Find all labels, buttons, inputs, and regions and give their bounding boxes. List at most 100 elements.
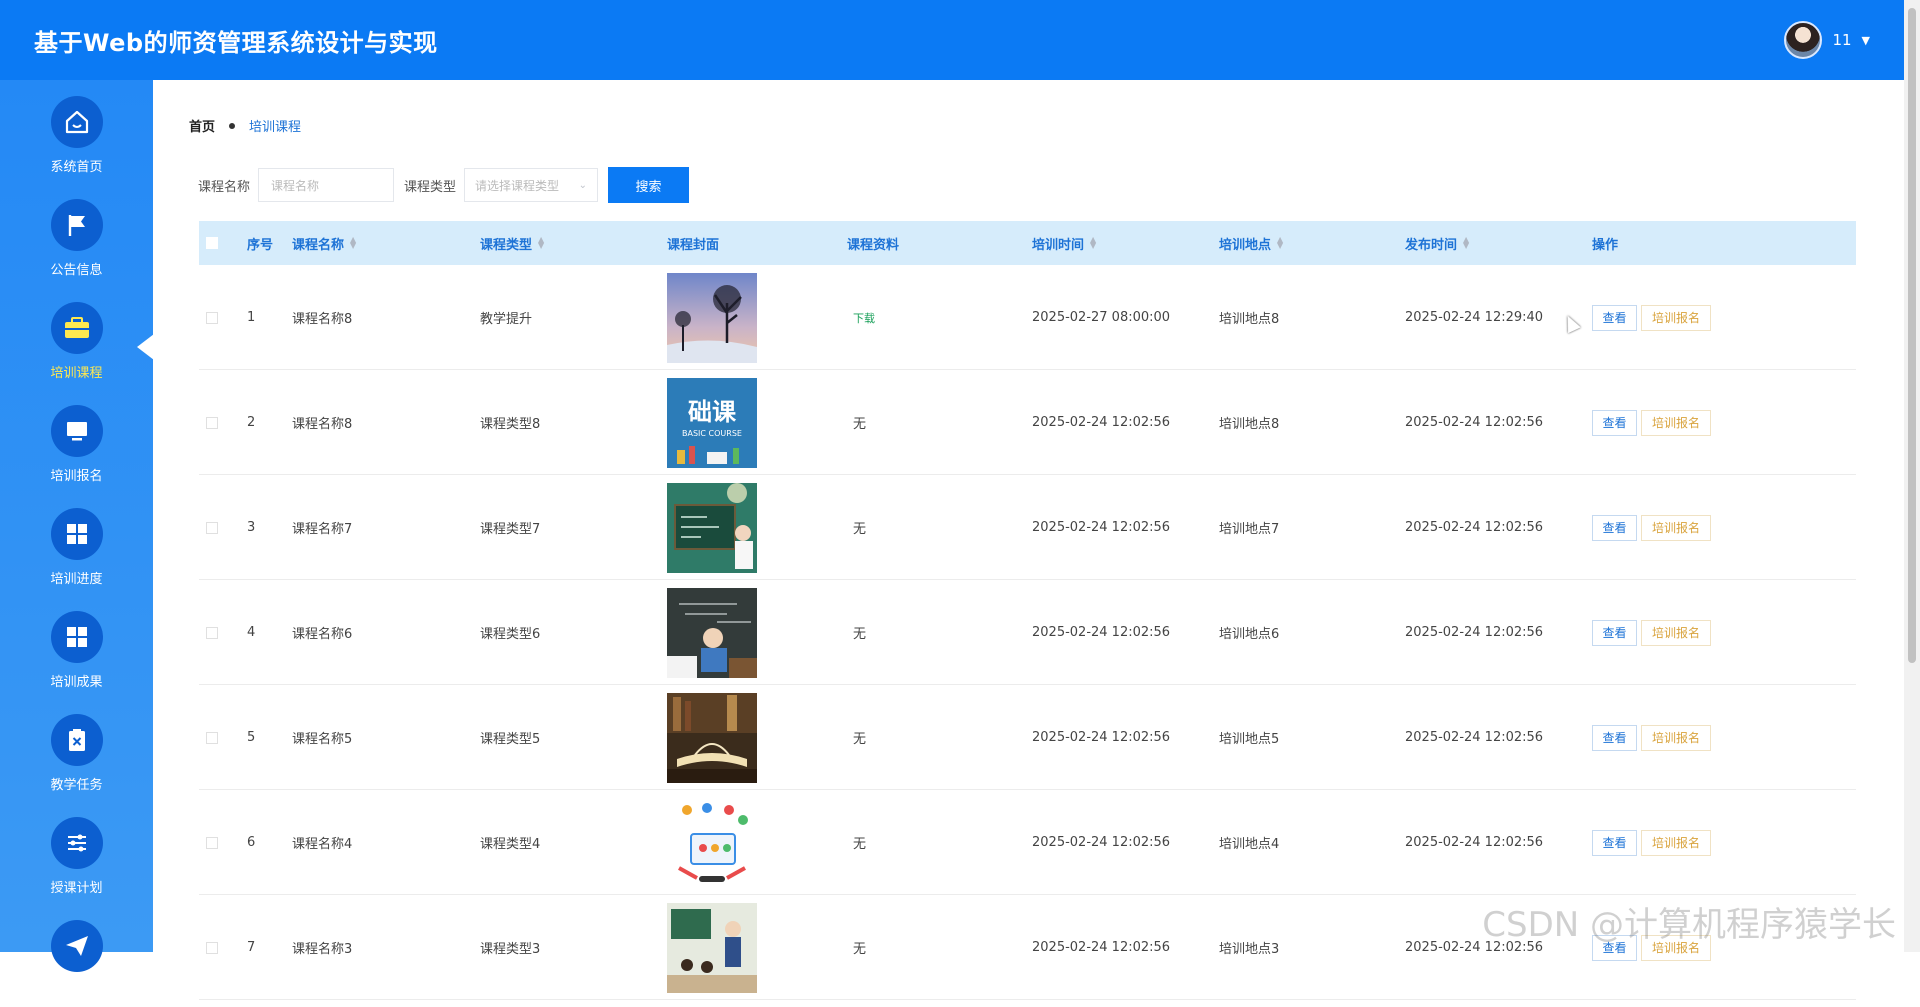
row-training-place: 培训地点7	[1219, 522, 1280, 537]
sort-icon[interactable]: ▲ ▼	[538, 236, 544, 250]
scrollbar-thumb[interactable]	[1908, 8, 1916, 663]
row-checkbox[interactable]	[206, 836, 218, 849]
table-row: 5 课程名称5 课程类型5 无 2025-02-24 12:02:56 培训地点5 2025…	[199, 685, 1856, 790]
sidebar-item-enrollment[interactable]: 培训报名	[0, 389, 153, 492]
table-row: 4 课程名称6 课程类型6 无 2025-02-24 12:02:56 培训地点6 2025…	[199, 580, 1856, 685]
sidebar-item-progress[interactable]: 培训进度	[0, 492, 153, 595]
sidebar-item-results[interactable]: 培训成果	[0, 595, 153, 698]
row-material: 无	[853, 732, 867, 747]
row-index: 1	[247, 310, 256, 325]
row-checkbox[interactable]	[206, 521, 218, 534]
course-type-select[interactable]: 请选择课程类型 ⌄	[464, 168, 599, 202]
course-cover-image	[667, 272, 757, 363]
course-table: 序号 课程名称 ▲ ▼ 课程类型 ▲ ▼ 课程封面 课程资料 培训时间 ▲ ▼ 培训地点 ▲ ▼…	[199, 221, 1856, 1000]
sidebar-item-notices[interactable]: 公告信息	[0, 183, 153, 286]
view-button[interactable]: 查看	[1592, 304, 1637, 331]
user-name[interactable]: 11	[1832, 31, 1851, 49]
col-time[interactable]: 培训时间 ▲ ▼	[1032, 221, 1096, 265]
sidebar-item-label: 教学任务	[50, 778, 103, 793]
scrollbar[interactable]	[1904, 0, 1920, 952]
breadcrumb-current: 培训课程	[249, 120, 302, 135]
row-actions: 查看 培训报名	[1592, 790, 1711, 895]
breadcrumb: 首页 培训课程	[189, 116, 301, 135]
course-type-placeholder: 请选择课程类型	[475, 178, 560, 193]
search-button[interactable]: 搜索	[608, 167, 690, 203]
course-name-input[interactable]: 课程名称	[258, 168, 395, 202]
chevron-down-icon[interactable]: ▼	[1862, 34, 1870, 47]
sidebar-item-label: 培训成果	[50, 675, 103, 690]
course-type-label: 课程类型	[404, 179, 457, 195]
row-index: 5	[247, 730, 256, 745]
download-link[interactable]: 下载	[853, 265, 875, 370]
col-name[interactable]: 课程名称 ▲ ▼	[292, 221, 356, 265]
enroll-button[interactable]: 培训报名	[1641, 619, 1711, 646]
row-course-name: 课程名称8	[292, 417, 353, 432]
enroll-button[interactable]: 培训报名	[1641, 304, 1711, 331]
briefcase-icon	[50, 302, 103, 354]
row-index: 7	[247, 940, 256, 955]
row-checkbox[interactable]	[206, 416, 218, 429]
row-course-name: 课程名称6	[292, 627, 353, 642]
row-training-place: 培训地点6	[1219, 627, 1280, 642]
row-training-time: 2025-02-24 12:02:56	[1032, 415, 1171, 430]
breadcrumb-home[interactable]: 首页	[189, 116, 215, 135]
chevron-down-icon: ⌄	[578, 179, 588, 191]
enroll-button[interactable]: 培训报名	[1641, 514, 1711, 541]
table-row: 6 课程名称4 课程类型4 无 2025-02-24 12:02:56 培训地点4 2025…	[199, 790, 1856, 895]
watermark: CSDN @计算机程序猿学长	[1482, 905, 1896, 945]
view-button[interactable]: 查看	[1592, 514, 1637, 541]
row-course-type: 课程类型8	[480, 417, 541, 432]
select-all-checkbox[interactable]	[206, 237, 218, 249]
row-course-name: 课程名称7	[292, 522, 353, 537]
avatar[interactable]	[1784, 21, 1823, 59]
col-place[interactable]: 培训地点 ▲ ▼	[1219, 221, 1283, 265]
view-button[interactable]: 查看	[1592, 409, 1637, 436]
sidebar-item-home[interactable]: 系统首页	[0, 80, 153, 183]
row-index: 6	[247, 835, 256, 850]
grid-icon	[50, 611, 103, 663]
sidebar-item-label: 授课计划	[50, 881, 103, 896]
sort-icon[interactable]: ▲ ▼	[350, 236, 356, 250]
row-index: 2	[247, 415, 256, 430]
sort-icon[interactable]: ▲ ▼	[1277, 236, 1283, 250]
row-publish-time: 2025-02-24 12:02:56	[1405, 835, 1544, 850]
row-course-type: 课程类型4	[480, 837, 541, 852]
row-checkbox[interactable]	[206, 311, 218, 324]
sidebar-item-more[interactable]	[0, 904, 153, 1007]
row-material: 无	[853, 627, 867, 642]
view-button[interactable]: 查看	[1592, 619, 1637, 646]
row-course-name: 课程名称5	[292, 732, 353, 747]
sidebar-item-courses[interactable]: 培训课程	[0, 286, 154, 389]
sidebar-item-teaching-tasks[interactable]: 教学任务	[0, 698, 153, 801]
flag-icon	[50, 199, 103, 251]
app-title: 基于Web的师资管理系统设计与实现	[34, 28, 438, 57]
sidebar-item-lesson-plan[interactable]: 授课计划	[0, 801, 153, 904]
row-training-time: 2025-02-24 12:02:56	[1032, 625, 1171, 640]
sort-icon[interactable]: ▲ ▼	[1090, 236, 1096, 250]
view-button[interactable]: 查看	[1592, 829, 1637, 856]
view-button[interactable]: 查看	[1592, 724, 1637, 751]
enroll-button[interactable]: 培训报名	[1641, 829, 1711, 856]
enroll-button[interactable]: 培训报名	[1641, 724, 1711, 751]
sort-icon[interactable]: ▲ ▼	[1463, 236, 1469, 250]
row-course-type: 课程类型5	[480, 732, 541, 747]
clipboard-icon	[50, 714, 103, 766]
course-cover-image	[667, 902, 757, 993]
sidebar-item-label: 公告信息	[50, 263, 103, 278]
user-menu[interactable]: 11 ▼	[1784, 21, 1870, 59]
table-header: 序号 课程名称 ▲ ▼ 课程类型 ▲ ▼ 课程封面 课程资料 培训时间 ▲ ▼ 培训地点 ▲ ▼…	[199, 221, 1856, 265]
row-actions: 查看 培训报名	[1592, 370, 1711, 475]
table-row: 1 课程名称8 教学提升 下载 2025-02-27 08:00:00 培训地点8 2025…	[199, 265, 1856, 370]
col-type[interactable]: 课程类型 ▲ ▼	[480, 221, 544, 265]
col-index: 序号	[247, 237, 274, 253]
breadcrumb-separator	[229, 122, 236, 129]
row-checkbox[interactable]	[206, 626, 218, 639]
col-ops: 操作	[1592, 237, 1619, 253]
course-cover-image	[667, 797, 757, 888]
row-course-name: 课程名称8	[292, 312, 353, 327]
col-publish-label: 发布时间	[1405, 237, 1458, 253]
sidebar-item-label: 培训报名	[50, 469, 103, 484]
row-checkbox[interactable]	[206, 731, 218, 744]
col-publish[interactable]: 发布时间 ▲ ▼	[1405, 221, 1469, 265]
enroll-button[interactable]: 培训报名	[1641, 409, 1711, 436]
